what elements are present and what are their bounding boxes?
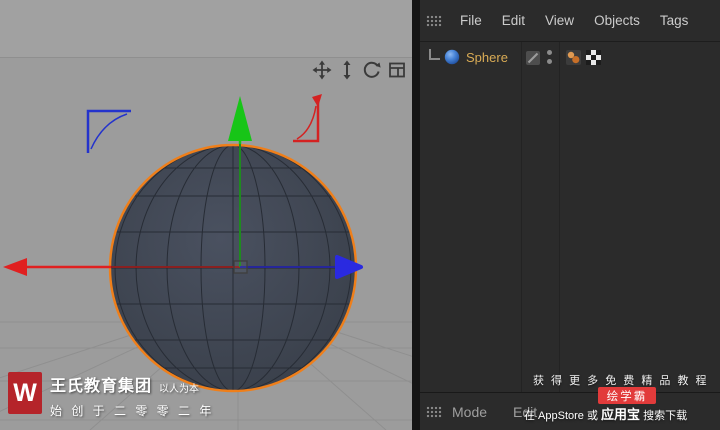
app-window: W 王氏教育集团 以人为本 始 创 于 二 零 零 二 年 File Edit …	[0, 0, 720, 430]
column-divider-2	[559, 42, 560, 393]
axis-center-handle[interactable]	[233, 260, 248, 274]
panel-splitter[interactable]	[412, 0, 420, 430]
watermark-title: 王氏教育集团	[50, 378, 153, 395]
object-name-sphere[interactable]: Sphere	[466, 50, 508, 65]
viewport-3d[interactable]: W 王氏教育集团 以人为本 始 创 于 二 零 零 二 年	[0, 0, 412, 430]
watermark: W 王氏教育集团 以人为本 始 创 于 二 零 零 二 年	[8, 372, 214, 419]
hud-angle-red	[293, 94, 322, 143]
object-tree[interactable]: Sphere	[420, 42, 720, 393]
menu-view[interactable]: View	[535, 13, 584, 28]
watermark-slogan: 始 创 于 二 零 零 二 年	[50, 404, 215, 418]
hud-angle-blue	[86, 109, 131, 153]
phong-tag-icon[interactable]	[566, 50, 581, 65]
uvw-tag-icon[interactable]	[586, 50, 601, 65]
watermark-subtitle: 以人为本	[159, 384, 200, 395]
menu-objects[interactable]: Objects	[584, 13, 650, 28]
dolly-icon[interactable]	[336, 59, 358, 81]
object-row-sphere[interactable]: Sphere	[420, 46, 720, 70]
hierarchy-elbow-icon	[429, 49, 440, 60]
palette-grip-icon[interactable]	[426, 14, 442, 27]
menu-tags[interactable]: Tags	[650, 13, 699, 28]
menu-file[interactable]: File	[450, 13, 492, 28]
layer-toggle-icon[interactable]	[526, 51, 540, 65]
mode-grip-icon[interactable]	[426, 405, 442, 418]
viewport-nav-toolbar	[311, 59, 408, 81]
visibility-dots-icon[interactable]	[547, 50, 553, 68]
sphere-primitive-icon[interactable]	[443, 48, 461, 71]
menu-edit[interactable]: Edit	[492, 13, 535, 28]
wangshi-logo: W	[8, 372, 42, 414]
object-manager-panel: File Edit View Objects Tags Sphere Mode …	[420, 0, 720, 430]
object-manager-menubar: File Edit View Objects Tags	[420, 0, 720, 42]
rotate-icon[interactable]	[361, 59, 383, 81]
pan-icon[interactable]	[311, 59, 333, 81]
column-divider-1	[521, 42, 522, 393]
mode-edit-menu[interactable]: Edit	[513, 404, 537, 420]
mode-toolbar: Mode Edit	[420, 392, 720, 430]
maximize-icon[interactable]	[386, 59, 408, 81]
mode-menu[interactable]: Mode	[452, 404, 487, 420]
